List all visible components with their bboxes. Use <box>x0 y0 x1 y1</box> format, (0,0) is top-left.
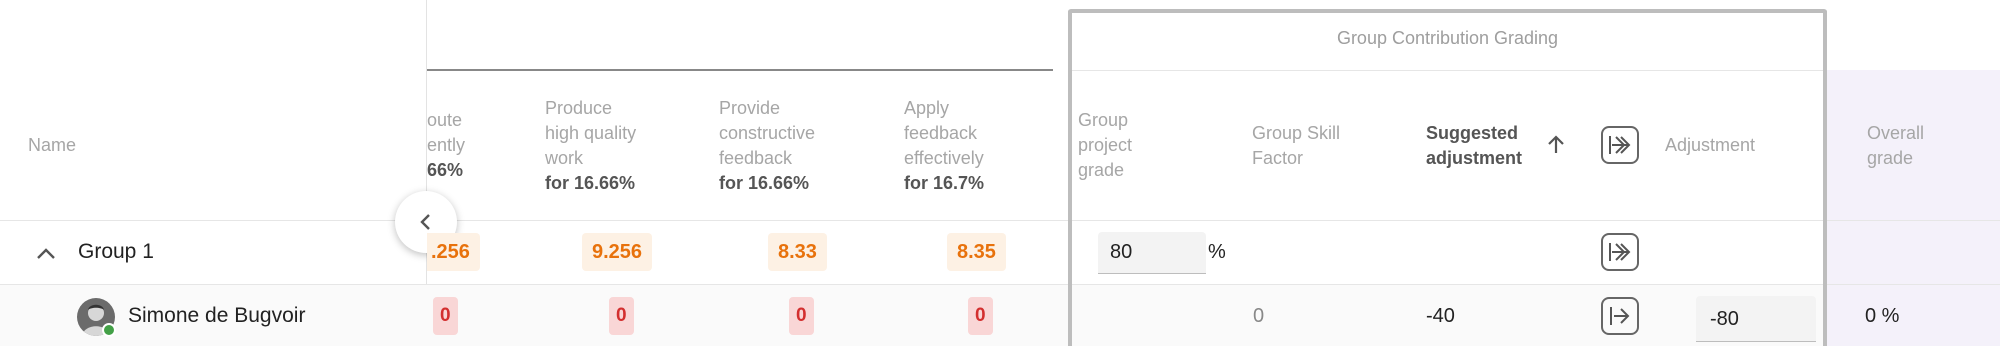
name-header-divider <box>0 220 427 221</box>
suggested-adjustment-header[interactable]: Suggested adjustment <box>1426 121 1522 171</box>
criterion-2-line2: high quality <box>545 123 637 143</box>
student-name: Simone de Bugvoir <box>128 304 306 327</box>
chevron-up-icon <box>37 248 55 259</box>
group-criterion-2-score: 9.256 <box>582 233 653 271</box>
apply-group-adjustment-button[interactable] <box>1601 233 1639 271</box>
gpg-line2: project <box>1078 135 1133 155</box>
overall-grade-column-bg <box>1827 70 2000 346</box>
criterion-3-header: Provide constructive feedback for 16.66% <box>719 96 815 196</box>
criteria-header-line <box>427 69 1053 71</box>
gpg-line1: Group <box>1078 110 1129 130</box>
criterion-4-line3: effectively <box>904 148 984 168</box>
name-column: Name Group 1 Simone de Bugvoir <box>0 0 427 346</box>
gpg-line3: grade <box>1078 160 1125 180</box>
group-contribution-grading-title: Group Contribution Grading <box>1336 28 1559 48</box>
student-adjustment-input[interactable]: -80 <box>1696 296 1816 342</box>
arrow-right-to-bar-icon <box>1610 307 1630 325</box>
student-overall-grade: 0 % <box>1865 305 1900 327</box>
criterion-2-weight: for 16.66% <box>545 173 636 193</box>
sa-line1: Suggested <box>1426 123 1519 143</box>
criterion-2-header: Produce high quality work for 16.66% <box>545 96 636 196</box>
group-name: Group 1 <box>78 240 154 263</box>
criterion-4-weight: for 16.7% <box>904 173 985 193</box>
student-skill-factor: 0 <box>1253 305 1265 327</box>
student-criterion-2-score: 0 <box>609 297 634 335</box>
student-suggested-adjustment: -40 <box>1426 305 1455 327</box>
criterion-1-header: oute ently 66% <box>427 108 465 183</box>
group-criterion-1-score: .256 <box>427 233 480 271</box>
arrow-up-icon <box>1548 135 1564 153</box>
group-criterion-4-score: 8.35 <box>947 233 1006 271</box>
name-column-header: Name <box>28 135 77 155</box>
gsf-line1: Group Skill <box>1252 123 1341 143</box>
student-criterion-1-score: 0 <box>433 297 458 335</box>
criterion-2-line3: work <box>545 148 584 168</box>
criterion-4-header: Apply feedback effectively for 16.7% <box>904 96 984 196</box>
criterion-3-weight: for 16.66% <box>719 173 810 193</box>
criterion-1-line1: oute <box>427 110 463 130</box>
gsf-line2: Factor <box>1252 148 1304 168</box>
criterion-3-line2: constructive <box>719 123 816 143</box>
criterion-4-line2: feedback <box>904 123 978 143</box>
group-criterion-3-score: 8.33 <box>768 233 827 271</box>
sort-ascending-button[interactable] <box>1544 133 1568 157</box>
apply-student-adjustment-button[interactable] <box>1601 297 1639 335</box>
group-skill-factor-header: Group Skill Factor <box>1252 121 1340 171</box>
student-criterion-4-score: 0 <box>968 297 993 335</box>
group-project-grade-input[interactable]: 80 <box>1098 232 1206 274</box>
group-collapse-toggle[interactable] <box>34 243 58 263</box>
criterion-2-line1: Produce <box>545 98 613 118</box>
group-project-grade-header: Group project grade <box>1078 108 1132 183</box>
percent-sign: % <box>1208 241 1226 263</box>
double-arrow-right-icon <box>1609 136 1631 154</box>
sa-line2: adjustment <box>1426 148 1523 168</box>
double-arrow-right-icon <box>1609 243 1631 261</box>
criterion-3-line1: Provide <box>719 98 781 118</box>
criterion-1-line2: ently <box>427 135 466 155</box>
adjustment-header: Adjustment <box>1665 135 1756 155</box>
criterion-3-line3: feedback <box>719 148 793 168</box>
overall-grade-header: Overall grade <box>1867 121 1924 171</box>
criterion-1-weight: 66% <box>427 160 464 180</box>
chevron-left-icon <box>420 214 430 230</box>
criterion-4-line1: Apply <box>904 98 950 118</box>
student-criterion-3-score: 0 <box>789 297 814 335</box>
og-line1: Overall <box>1867 123 1925 143</box>
online-status-dot <box>102 323 116 337</box>
apply-all-adjustments-button[interactable] <box>1601 126 1639 164</box>
og-line2: grade <box>1867 148 1914 168</box>
